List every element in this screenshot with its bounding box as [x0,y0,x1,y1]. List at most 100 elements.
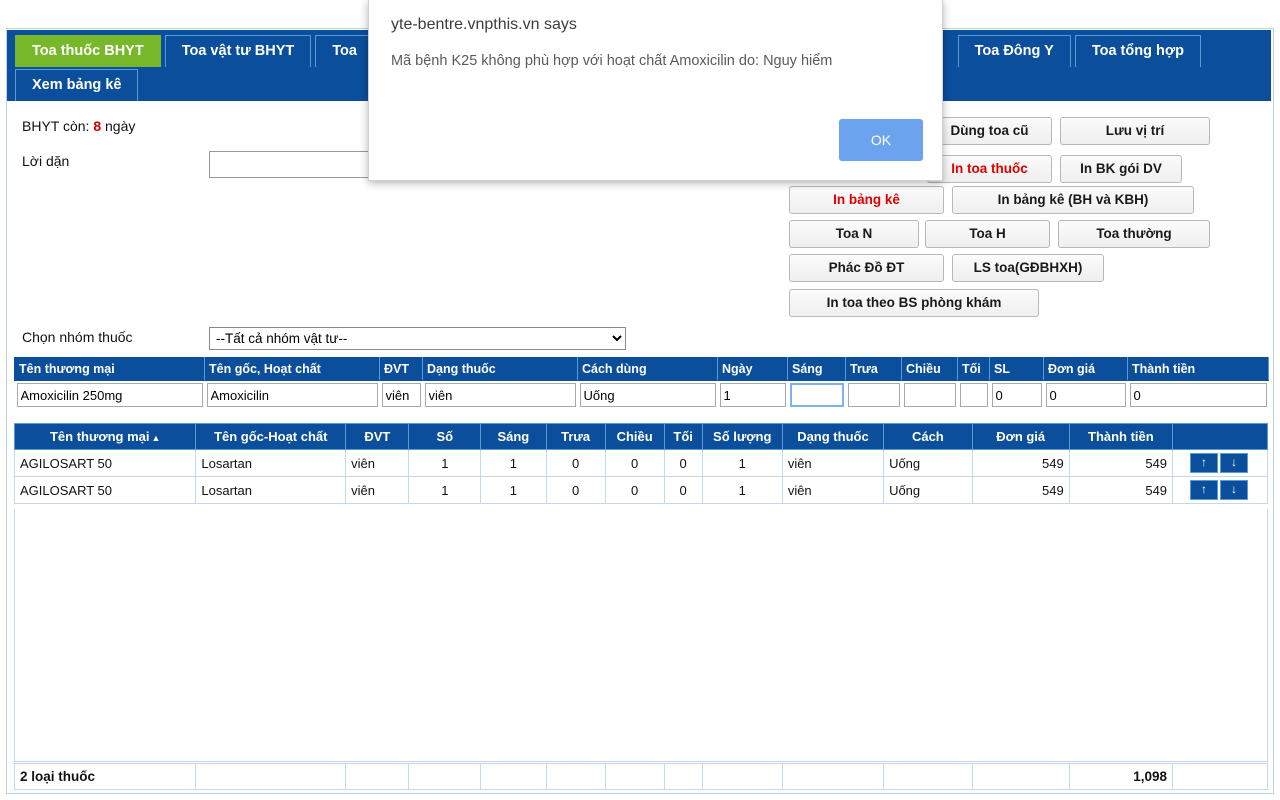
toa-thuong-button[interactable]: Toa thường [1058,220,1210,248]
table-cell: 1 [408,449,482,477]
table-cell: Uống [883,449,973,477]
table-cell: 1 [701,476,783,504]
tab-label: Toa tổng hợp [1091,43,1184,59]
grid-col-header[interactable]: Tên thương mại ▲ [13,423,197,450]
footer-total: 1,098 [1068,763,1174,790]
footer-empty-cell [781,763,885,790]
grid-col-header[interactable]: Dạng thuốc [781,423,885,450]
row-action-cell: ↑ ↓ [1172,449,1268,477]
entry-input-11[interactable] [1045,383,1126,407]
dialog-ok-button[interactable]: OK [839,119,923,161]
table-cell: 0 [545,476,606,504]
entry-input-10[interactable] [991,383,1042,407]
table-cell: 0 [663,449,703,477]
entry-input-9[interactable] [959,383,988,407]
entry-col-header: Tên gốc, Hoạt chất [204,357,380,381]
table-cell: 0 [663,476,703,504]
footer-empty-cell [663,763,703,790]
table-cell: Losartan [195,476,347,504]
entry-input-6[interactable] [789,383,844,407]
entry-cell [958,381,990,410]
grid-footer: 2 loại thuốc 1,098 [13,763,1268,790]
tab-toa-tong-hop[interactable]: Toa tổng hợp [1074,35,1201,67]
entry-cell [1044,381,1128,410]
grid-col-header[interactable]: Cách [883,423,973,450]
entry-input-1[interactable] [206,383,378,407]
entry-input-7[interactable] [847,383,900,407]
table-cell: 1 [480,476,547,504]
grid-col-header[interactable]: Số lượng [701,423,783,450]
entry-cell [380,381,423,410]
app-root: Toa thuốc BHYT Toa vật tư BHYT Toa Toa Đ… [0,0,1280,800]
in-toa-thuoc-button[interactable]: In toa thuốc [927,155,1052,183]
drug-group-select[interactable]: --Tất cả nhóm vật tư-- [209,327,626,350]
entry-input-12[interactable] [1129,383,1267,407]
entry-col-header: Đơn giá [1043,357,1128,381]
move-row-up-icon[interactable]: ↑ [1190,453,1219,473]
dung-toa-cu-button[interactable]: Dùng toa cũ [927,117,1052,145]
entry-col-header: Tối [957,357,990,381]
footer-empty-cell [345,763,410,790]
footer-row: 2 loại thuốc 1,098 [13,763,1268,790]
entry-input-5[interactable] [719,383,786,407]
grid-col-header-label: Trưa [561,429,591,444]
tab-label: Xem bảng kê [32,77,122,93]
move-row-down-icon[interactable]: ↓ [1220,453,1249,473]
table-cell: Losartan [195,449,347,477]
grid-col-header-label: Sáng [497,429,530,444]
entry-input-8[interactable] [903,383,956,407]
grid-empty-area [14,509,1268,762]
entry-input-row [15,381,1269,410]
dialog-title: yte-bentre.vnpthis.vn says [391,16,577,33]
grid-col-header[interactable]: Chiều [604,423,665,450]
tab-label: Toa [332,43,357,59]
toa-h-button[interactable]: Toa H [925,220,1050,248]
sort-ascending-icon: ▲ [151,433,161,443]
table-cell: viên [345,449,410,477]
move-row-down-icon[interactable]: ↓ [1220,480,1249,500]
entry-input-0[interactable] [16,383,203,407]
grid-col-header[interactable]: Đơn giá [971,423,1070,450]
entry-col-header: Trưa [845,357,902,381]
grid-col-header[interactable]: ĐVT [345,423,410,450]
table-cell: Uống [883,476,973,504]
grid-col-header-label: Tối [673,429,693,444]
tab-xem-bang-ke[interactable]: Xem bảng kê [15,69,139,101]
grid-col-header[interactable]: Trưa [545,423,606,450]
in-toa-theo-bs-button[interactable]: In toa theo BS phòng khám [789,289,1039,317]
bhyt-remaining: BHYT còn: 8 ngày [22,118,135,134]
footer-empty-cell [1172,763,1268,790]
phac-do-dt-button[interactable]: Phác Đồ ĐT [789,254,944,282]
grid-col-header[interactable]: Tối [663,423,703,450]
tab-toa-partial[interactable]: Toa [315,35,374,67]
in-bang-ke-bh-kbh-button[interactable]: In bảng kê (BH và KBH) [952,186,1194,214]
table-row[interactable]: AGILOSART 50 Losartan viên 1 1 0 0 0 1 viên Uống 54… [13,476,1268,504]
toa-n-button[interactable]: Toa N [789,220,919,248]
grid-col-header[interactable]: Sáng [480,423,547,450]
grid-col-header-label: Chiều [616,429,653,444]
entry-input-3[interactable] [424,383,576,407]
tab-toa-dong-y[interactable]: Toa Đông Y [957,35,1071,67]
browser-alert-dialog: yte-bentre.vnpthis.vn says Mã bệnh K25 k… [368,0,943,181]
grid-col-header[interactable]: Thành tiền [1068,423,1174,450]
tab-toa-vat-tu-bhyt[interactable]: Toa vật tư BHYT [164,35,312,67]
footer-empty-cell [480,763,547,790]
grid-col-header-label: Tên thương mại [49,429,150,444]
tab-toa-thuoc-bhyt[interactable]: Toa thuốc BHYT [15,35,161,67]
loidan-label: Lời dặn [22,153,70,169]
entry-input-4[interactable] [579,383,716,407]
grid-col-header-label: Thành tiền [1088,429,1154,444]
grid-col-header[interactable]: Số [408,423,482,450]
in-bk-goi-dv-button[interactable]: In BK gói DV [1060,155,1182,183]
entry-input-2[interactable] [381,383,421,407]
luu-vi-tri-button[interactable]: Lưu vị trí [1060,117,1210,145]
entry-cell [1128,381,1269,410]
table-row[interactable]: AGILOSART 50 Losartan viên 1 1 0 0 0 1 viên Uống 54… [13,449,1268,477]
in-bang-ke-button[interactable]: In bảng kê [789,186,944,214]
ls-toa-gdbhxh-button[interactable]: LS toa(GĐBHXH) [952,254,1104,282]
table-cell: 0 [604,476,665,504]
entry-col-header: Chiều [901,357,958,381]
footer-empty-cell [604,763,665,790]
move-row-up-icon[interactable]: ↑ [1190,480,1219,500]
grid-col-header[interactable]: Tên gốc-Hoạt chất [195,423,347,450]
